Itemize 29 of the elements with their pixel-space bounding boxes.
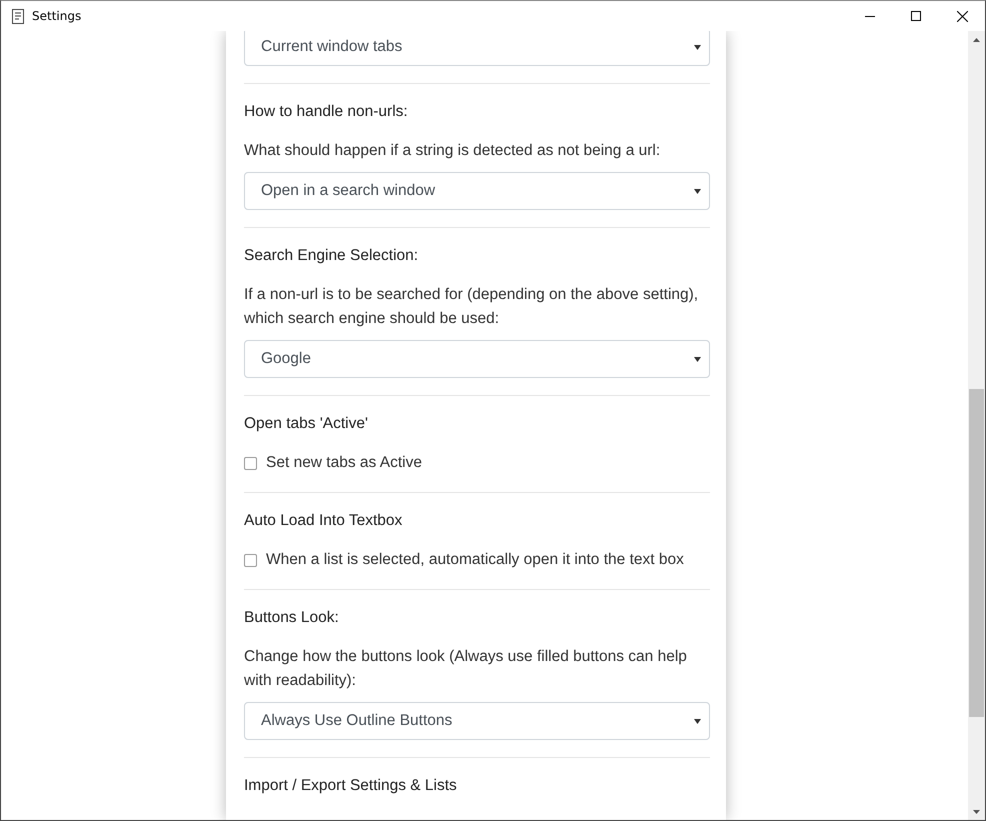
caret-icon <box>694 44 701 50</box>
window-title: Settings <box>32 9 82 23</box>
section-description: If a non-url is to be searched for (depending on the above setting), which search engine should be used: <box>244 285 700 329</box>
checkbox-label: When a list is selected, automatically open it into the text box <box>266 550 684 570</box>
close-icon <box>956 10 968 22</box>
section-heading: How to handle non-urls: <box>244 102 409 122</box>
dropdown-select[interactable]: Google <box>244 340 710 378</box>
down-arrow-icon <box>973 810 980 814</box>
section-heading: Buttons Look: <box>244 608 340 628</box>
section-description: What should happen if a string is detected as not being a url: <box>244 141 662 161</box>
section-heading: Import / Export Settings & Lists <box>244 776 458 796</box>
caret-icon <box>694 356 701 362</box>
section-description: Change how the buttons look (Always use filled buttons can help with readability): <box>244 647 688 691</box>
section-heading: Auto Load Into Textbox <box>244 511 404 531</box>
checkbox[interactable] <box>244 456 257 470</box>
section-heading: Open tabs 'Active' <box>244 414 369 434</box>
dropdown-select[interactable]: Current window tabs <box>244 31 710 66</box>
checkbox-label: Set new tabs as Active <box>266 453 422 473</box>
maximize-icon <box>911 11 921 21</box>
scrollbar-thumb[interactable] <box>969 389 984 717</box>
document-icon <box>12 8 24 24</box>
caret-icon <box>694 718 701 724</box>
dropdown-select[interactable]: Always Use Outline Buttons <box>244 702 710 740</box>
caret-icon <box>694 188 701 194</box>
dropdown-select[interactable]: Open in a search window <box>244 172 710 210</box>
checkbox[interactable] <box>244 554 257 566</box>
up-arrow-icon <box>973 38 980 42</box>
scrollbar[interactable] <box>968 31 985 820</box>
section-heading: Search Engine Selection: <box>244 246 420 266</box>
